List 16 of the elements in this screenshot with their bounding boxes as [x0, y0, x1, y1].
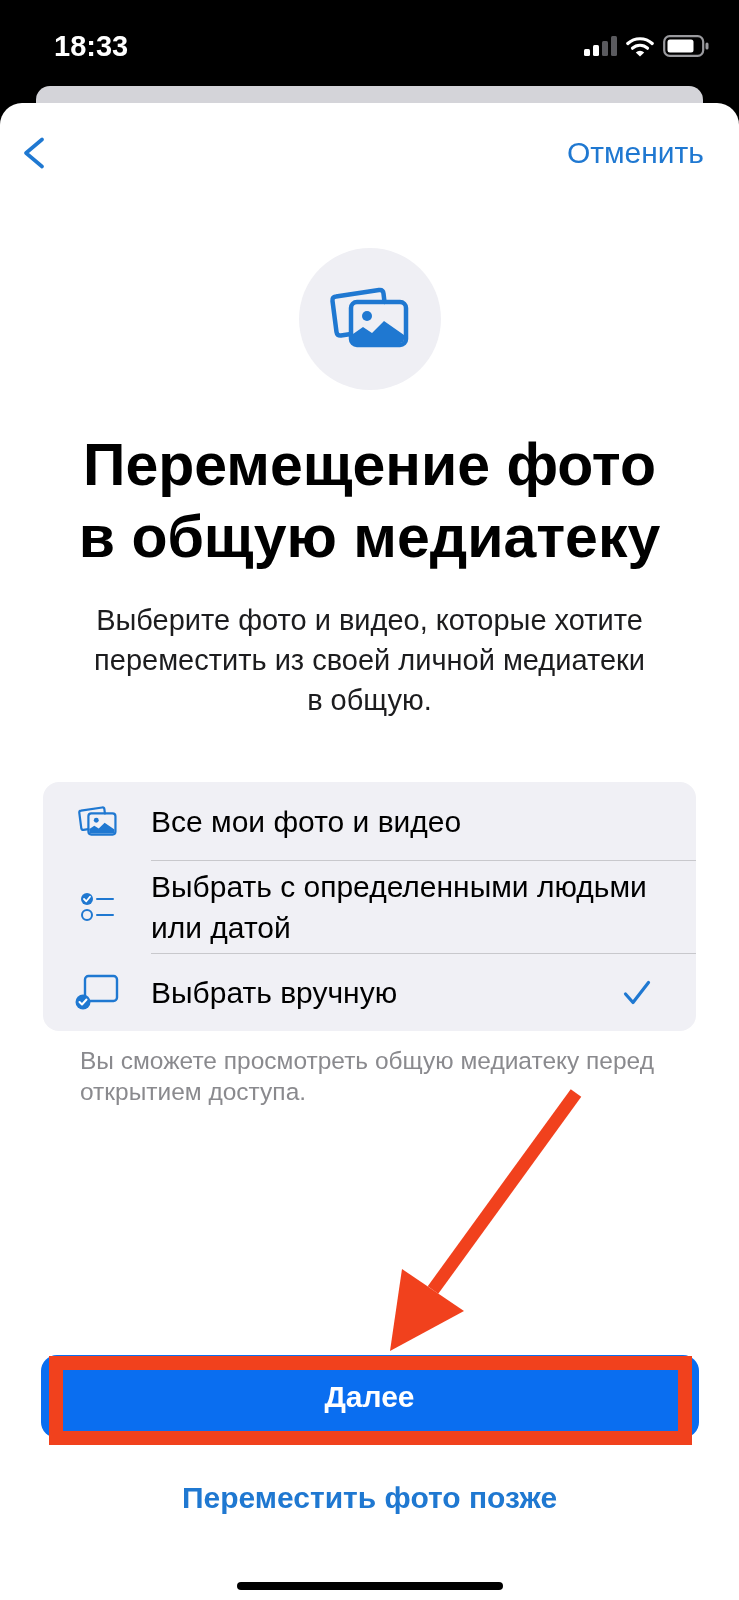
option-row[interactable]: Выбрать с определенными людьми или датой: [43, 860, 696, 953]
page-title: Перемещение фото в общую медиатеку: [77, 431, 662, 572]
option-row[interactable]: Выбрать вручную: [43, 953, 696, 1031]
text-button[interactable]: Переместить фото позже: [181, 1481, 558, 1515]
status-time: 18:33: [54, 29, 129, 63]
battery-icon: [663, 35, 709, 57]
checked-frame-icon: [75, 974, 119, 1010]
option-row[interactable]: Все мои фото и видео: [43, 782, 696, 860]
wifi-icon: [626, 35, 654, 57]
back-icon[interactable]: [22, 137, 45, 169]
cancel-button[interactable]: Отменить: [566, 136, 704, 170]
page-description: Выберите фото и видео, которые хотите переместить из своей личной медиатеки в общую.: [93, 603, 646, 718]
photo-stack-icon: [77, 806, 117, 836]
footnote-text: Вы сможете просмотреть общую медиатеку перед открытием доступа.: [80, 1046, 655, 1107]
signal-icon: [584, 36, 617, 56]
photo-stack-icon: [298, 248, 441, 390]
